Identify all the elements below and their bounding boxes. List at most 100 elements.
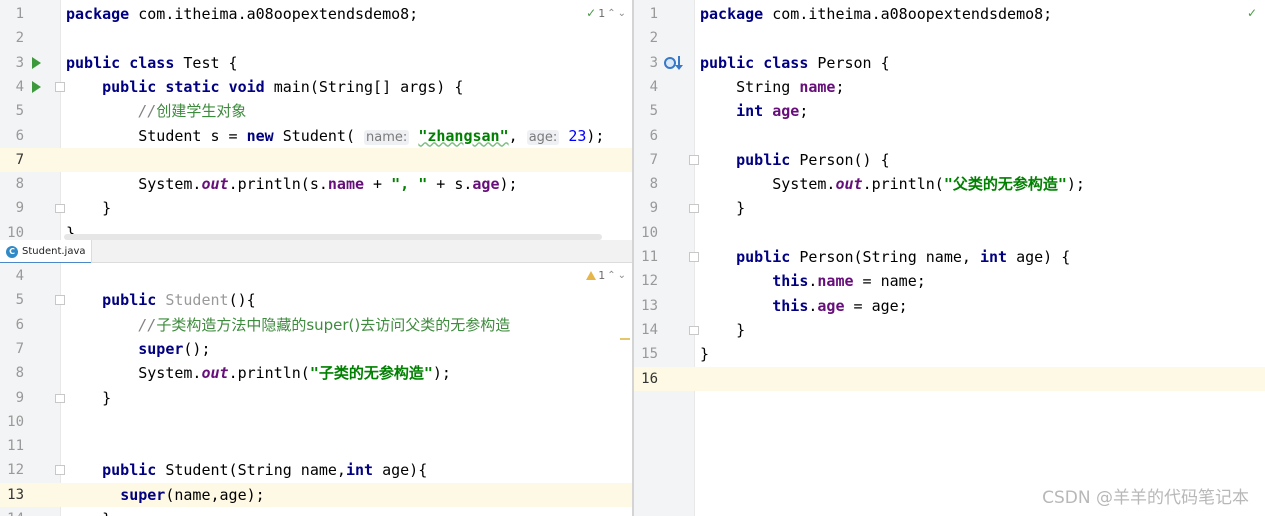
line-number[interactable]: 4	[0, 75, 24, 99]
fold-icon[interactable]	[689, 325, 699, 335]
code-text[interactable]: System.out.println("子类的无参构造");	[66, 361, 451, 385]
code-text[interactable]: public Student(){	[66, 288, 256, 312]
code-line[interactable]: 7	[0, 147, 632, 172]
line-number[interactable]: 7	[634, 148, 658, 172]
fold-icon[interactable]	[55, 465, 65, 476]
code-line[interactable]: 6 Student s = new Student( name: "zhangs…	[0, 124, 632, 148]
code-text[interactable]: }	[66, 196, 111, 220]
run-gutter-icon[interactable]	[32, 80, 41, 93]
code-text[interactable]: package com.itheima.a08oopextendsdemo8;	[700, 2, 1052, 26]
code-text[interactable]: Student s = new Student( name: "zhangsan…	[66, 124, 604, 150]
line-number[interactable]: 9	[634, 196, 658, 220]
code-text[interactable]: //创建学生对象	[66, 99, 246, 123]
code-line[interactable]: 7 super();	[0, 337, 632, 361]
line-number[interactable]: 9	[0, 386, 24, 410]
student-inspection-widget[interactable]: 1 ⌃ ⌄	[586, 269, 626, 282]
chevron-down-icon[interactable]: ⌄	[618, 270, 626, 281]
line-number[interactable]: 11	[0, 434, 24, 458]
code-text[interactable]: public Student(String name,int age){	[66, 458, 427, 482]
fold-icon[interactable]	[689, 252, 699, 262]
code-line[interactable]: 14 }	[634, 318, 1265, 342]
line-number[interactable]: 13	[634, 294, 658, 318]
line-number[interactable]: 6	[634, 124, 658, 148]
run-gutter-icon[interactable]	[32, 56, 41, 69]
test-editor-code[interactable]: 1 package com.itheima.a08oopextendsdemo8;…	[0, 0, 632, 240]
line-number[interactable]: 14	[634, 318, 658, 342]
code-line[interactable]: 9 }	[0, 196, 632, 220]
code-line[interactable]: 9 }	[634, 196, 1265, 220]
chevron-down-icon[interactable]: ⌄	[618, 8, 626, 19]
code-line[interactable]: 9 }	[0, 386, 632, 410]
code-text[interactable]: this.age = age;	[700, 294, 907, 318]
code-line[interactable]: 6	[634, 124, 1265, 148]
code-text[interactable]: //子类构造方法中隐藏的super()去访问父类的无参构造	[66, 313, 510, 337]
code-line[interactable]: 13 this.age = age;	[634, 294, 1265, 318]
code-line[interactable]: 12 this.name = name;	[634, 269, 1265, 293]
line-number[interactable]: 8	[0, 172, 24, 196]
code-line[interactable]: 15}	[634, 342, 1265, 366]
line-number[interactable]: 8	[0, 361, 24, 385]
code-line[interactable]: 13 super(name,age);	[0, 482, 632, 507]
test-inspection-widget[interactable]: ✓ 1 ⌃ ⌄	[586, 6, 626, 20]
code-text[interactable]: }	[700, 196, 745, 220]
code-text[interactable]: this.name = name;	[700, 269, 926, 293]
code-line[interactable]: 16	[634, 366, 1265, 391]
line-number[interactable]: 3	[0, 51, 24, 75]
line-number[interactable]: 12	[634, 269, 658, 293]
code-line[interactable]: 8 System.out.println("子类的无参构造");	[0, 361, 632, 385]
line-number[interactable]: 10	[634, 221, 658, 245]
code-line[interactable]: 2	[634, 26, 1265, 50]
line-number[interactable]: 13	[0, 483, 24, 507]
code-line[interactable]: 14 }	[0, 507, 632, 516]
code-line[interactable]: 6 //子类构造方法中隐藏的super()去访问父类的无参构造	[0, 313, 632, 337]
code-line[interactable]: 5 public Student(){	[0, 288, 632, 312]
person-editor[interactable]: 1 package com.itheima.a08oopextendsdemo8;…	[634, 0, 1265, 516]
code-line[interactable]: 4 public static void main(String[] args)…	[0, 75, 632, 99]
code-line[interactable]: 1 package com.itheima.a08oopextendsdemo8;	[0, 2, 632, 26]
code-line[interactable]: 4	[0, 264, 632, 288]
code-line[interactable]: 7 public Person() {	[634, 148, 1265, 172]
code-line[interactable]: 11 public Person(String name, int age) {	[634, 245, 1265, 269]
person-inspection-widget[interactable]: ✓	[1247, 6, 1257, 20]
code-line[interactable]: 8 System.out.println("父类的无参构造");	[634, 172, 1265, 196]
line-number[interactable]: 10	[0, 410, 24, 434]
chevron-up-icon[interactable]: ⌃	[607, 8, 615, 19]
code-text[interactable]: package com.itheima.a08oopextendsdemo8;	[66, 2, 418, 26]
code-text[interactable]: }	[700, 318, 745, 342]
code-text[interactable]: public Person(String name, int age) {	[700, 245, 1070, 269]
line-number[interactable]: 16	[634, 367, 658, 391]
line-number[interactable]: 15	[634, 342, 658, 366]
line-number[interactable]: 10	[0, 221, 24, 240]
code-line[interactable]: 11	[0, 434, 632, 458]
error-stripe-marker[interactable]	[620, 338, 630, 340]
code-line[interactable]: 1 package com.itheima.a08oopextendsdemo8;	[634, 2, 1265, 26]
code-text[interactable]: String name;	[700, 75, 844, 99]
code-text[interactable]: }	[66, 507, 111, 516]
code-line[interactable]: 12 public Student(String name,int age){	[0, 458, 632, 482]
code-text[interactable]: public Person() {	[700, 148, 890, 172]
code-text[interactable]: int age;	[700, 99, 808, 123]
code-text[interactable]: }	[66, 386, 111, 410]
fold-icon[interactable]	[55, 204, 65, 214]
line-number[interactable]: 4	[634, 75, 658, 99]
line-number[interactable]: 12	[0, 458, 24, 482]
line-number[interactable]: 11	[634, 245, 658, 269]
person-editor-code[interactable]: 1 package com.itheima.a08oopextendsdemo8;…	[634, 0, 1265, 516]
code-line[interactable]: 2	[0, 26, 632, 50]
test-editor[interactable]: 1 package com.itheima.a08oopextendsdemo8;…	[0, 0, 632, 240]
line-number[interactable]: 5	[634, 99, 658, 123]
line-number[interactable]: 2	[634, 26, 658, 50]
code-text[interactable]: public class Test {	[66, 51, 238, 75]
code-line[interactable]: 8 System.out.println(s.name + ", " + s.a…	[0, 172, 632, 196]
line-number[interactable]: 6	[0, 124, 24, 148]
tab-student-java[interactable]: C Student.java	[0, 240, 92, 264]
fold-icon[interactable]	[55, 393, 65, 403]
fold-icon[interactable]	[55, 295, 65, 306]
line-number[interactable]: 1	[634, 2, 658, 26]
chevron-up-icon[interactable]: ⌃	[607, 270, 615, 281]
line-number[interactable]: 4	[0, 264, 24, 288]
code-text[interactable]: System.out.println(s.name + ", " + s.age…	[66, 172, 517, 196]
line-number[interactable]: 8	[634, 172, 658, 196]
line-number[interactable]: 5	[0, 288, 24, 312]
code-line[interactable]: 10	[0, 410, 632, 434]
